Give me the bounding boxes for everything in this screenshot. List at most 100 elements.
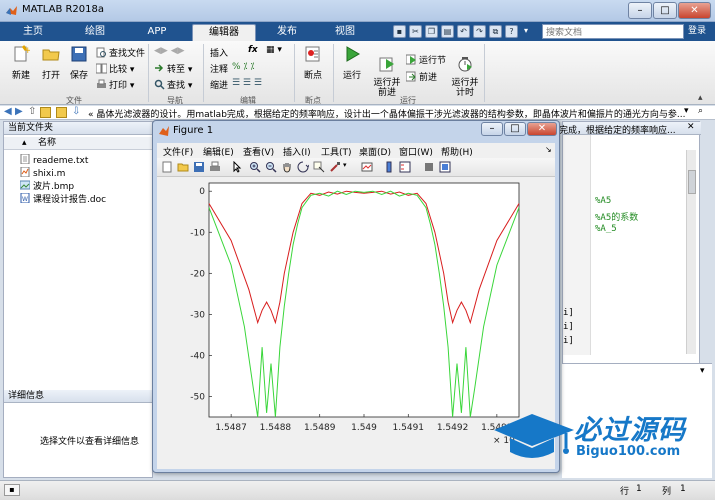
list-item[interactable]: reademe.txt [20, 154, 88, 166]
hide-plot-tools-icon[interactable] [423, 161, 435, 173]
run-button[interactable]: 运行 [337, 45, 367, 81]
indent-button[interactable]: 缩进 [210, 78, 228, 91]
menu-view[interactable]: 查看(V) [243, 145, 274, 158]
advance-button[interactable]: 前进 [406, 70, 437, 83]
brush-dropdown-icon[interactable]: ▾ [343, 161, 355, 173]
insert-button[interactable]: 插入 [210, 46, 228, 59]
run-section-button[interactable]: 运行节 [406, 53, 446, 66]
watermark-url: Biguo100.com [576, 444, 681, 459]
tab-home[interactable]: 主页 [8, 24, 58, 41]
comment-percent-icon[interactable]: % ⁒ ⁒ [232, 62, 254, 72]
close-button[interactable]: ✕ [678, 2, 711, 19]
tab-editor[interactable]: 编辑器 [192, 24, 256, 41]
undo-quick-icon[interactable]: ↶ [457, 25, 470, 38]
list-item[interactable]: 波片.bmp [20, 180, 74, 192]
new-figure-icon[interactable] [161, 161, 173, 173]
link-plot-icon[interactable] [361, 161, 373, 173]
zoom-in-icon[interactable] [249, 161, 261, 173]
insert-legend-icon[interactable] [399, 161, 411, 173]
insert-section-icon[interactable]: ▦ ▾ [266, 45, 282, 55]
help-icon[interactable]: ? [505, 25, 518, 38]
save-figure-icon[interactable] [193, 161, 205, 173]
status-menu-icon[interactable]: ▪ [4, 484, 20, 496]
editor-close-icon[interactable]: ✕ [687, 122, 695, 132]
print-button[interactable]: 打印 ▾ [96, 78, 134, 91]
tab-publish[interactable]: 发布 [262, 24, 312, 41]
open-file-icon[interactable] [177, 161, 189, 173]
insert-colorbar-icon[interactable] [383, 161, 395, 173]
tab-view[interactable]: 视图 [320, 24, 370, 41]
browse-folder-icon[interactable] [40, 107, 51, 118]
x-tick-label: 1.5489 [304, 423, 336, 433]
collapse-ribbon-icon[interactable]: ▴ [698, 93, 703, 103]
sign-in-link[interactable]: 登录 [688, 24, 710, 39]
minimize-button[interactable]: – [628, 2, 652, 19]
code-comment[interactable]: %A_5 [595, 224, 617, 234]
maximize-button[interactable]: □ [653, 2, 677, 19]
fx-button[interactable]: fx [248, 45, 258, 55]
brush-icon[interactable] [329, 161, 341, 173]
dropdown-icon[interactable]: ▾ [521, 25, 531, 38]
data-cursor-icon[interactable] [313, 161, 325, 173]
cut-quick-icon[interactable]: ✂ [409, 25, 422, 38]
switch-window-icon[interactable]: ⧉ [489, 25, 502, 38]
folder-icon[interactable] [56, 107, 67, 118]
pointer-icon[interactable] [231, 161, 243, 173]
tab-plots[interactable]: 绘图 [70, 24, 120, 41]
paste-quick-icon[interactable]: ▤ [441, 25, 454, 38]
copy-quick-icon[interactable]: ❐ [425, 25, 438, 38]
code-text[interactable]: i] [563, 322, 574, 332]
figure-maximize-button[interactable]: □ [504, 122, 526, 136]
show-plot-tools-icon[interactable] [439, 161, 451, 173]
code-comment[interactable]: %A5 [595, 196, 611, 206]
doc-file-icon: W [20, 193, 30, 203]
print-figure-icon[interactable] [209, 161, 221, 173]
save-button[interactable]: 保存 [64, 45, 94, 81]
editor-scrollbar[interactable] [686, 150, 696, 354]
figure-close-button[interactable]: ✕ [527, 122, 557, 136]
indent-icons[interactable]: ☰ ☰ ☰ [232, 78, 262, 88]
tab-apps[interactable]: APP [132, 24, 182, 41]
breakpoints-button[interactable]: 断点 [298, 45, 328, 81]
menu-window[interactable]: 窗口(W) [399, 145, 433, 158]
menu-dock-icon[interactable]: ↘ [545, 145, 552, 154]
find-files-button[interactable]: 查找文件 [96, 46, 145, 59]
open-button[interactable]: 打开 [36, 45, 66, 81]
new-button[interactable]: + 新建 [6, 45, 36, 81]
nav-back-forward[interactable]: ◀▶ ◀▶ [154, 46, 185, 56]
up-folder-icon[interactable]: ⇧ [28, 106, 36, 117]
column-header-name[interactable]: ▴ 名称 [4, 137, 152, 150]
redo-quick-icon[interactable]: ↷ [473, 25, 486, 38]
list-item[interactable]: shixi.m [20, 167, 65, 179]
comment-button[interactable]: 注释 [210, 62, 228, 75]
code-text[interactable]: i] [563, 336, 574, 346]
menu-file[interactable]: 文件(F) [163, 145, 193, 158]
goto-button[interactable]: 转至 ▾ [154, 62, 192, 75]
back-arrow-icon[interactable]: ◀ [4, 106, 12, 117]
x-tick-label: 1.5488 [260, 423, 292, 433]
forward-arrow-icon[interactable]: ▶ [15, 106, 23, 117]
folder-down-icon[interactable]: ⇩ [72, 106, 80, 117]
list-item[interactable]: W 课程设计报告.doc [20, 193, 106, 205]
zoom-out-icon[interactable] [265, 161, 277, 173]
code-text[interactable]: i] [563, 308, 574, 318]
path-dropdown-icon[interactable]: ▾ [684, 106, 689, 116]
search-folder-icon[interactable]: ⌕ [698, 106, 703, 116]
command-window-menu-icon[interactable]: ▾ [700, 366, 705, 376]
current-folder-path[interactable]: « 晶体光滤波器的设计。用matlab完成，根据给定的频率响应，设计出一个晶体偏… [88, 107, 688, 120]
menu-help[interactable]: 帮助(H) [441, 145, 473, 158]
menu-desktop[interactable]: 桌面(D) [359, 145, 391, 158]
menu-insert[interactable]: 插入(I) [283, 145, 311, 158]
menu-tools[interactable]: 工具(T) [321, 145, 352, 158]
save-quick-icon[interactable]: ▪ [393, 25, 406, 38]
search-docs-input[interactable] [542, 24, 684, 39]
run-section-icon [406, 54, 416, 65]
rotate-3d-icon[interactable] [297, 161, 309, 173]
code-comment[interactable]: %A5的系数 [595, 210, 638, 223]
figure-minimize-button[interactable]: – [481, 122, 503, 136]
menu-edit[interactable]: 编辑(E) [203, 145, 234, 158]
find-button[interactable]: 查找 ▾ [154, 78, 192, 91]
scrollbar-thumb[interactable] [688, 170, 696, 194]
compare-button[interactable]: 比较 ▾ [96, 62, 134, 75]
pan-hand-icon[interactable] [281, 161, 293, 173]
